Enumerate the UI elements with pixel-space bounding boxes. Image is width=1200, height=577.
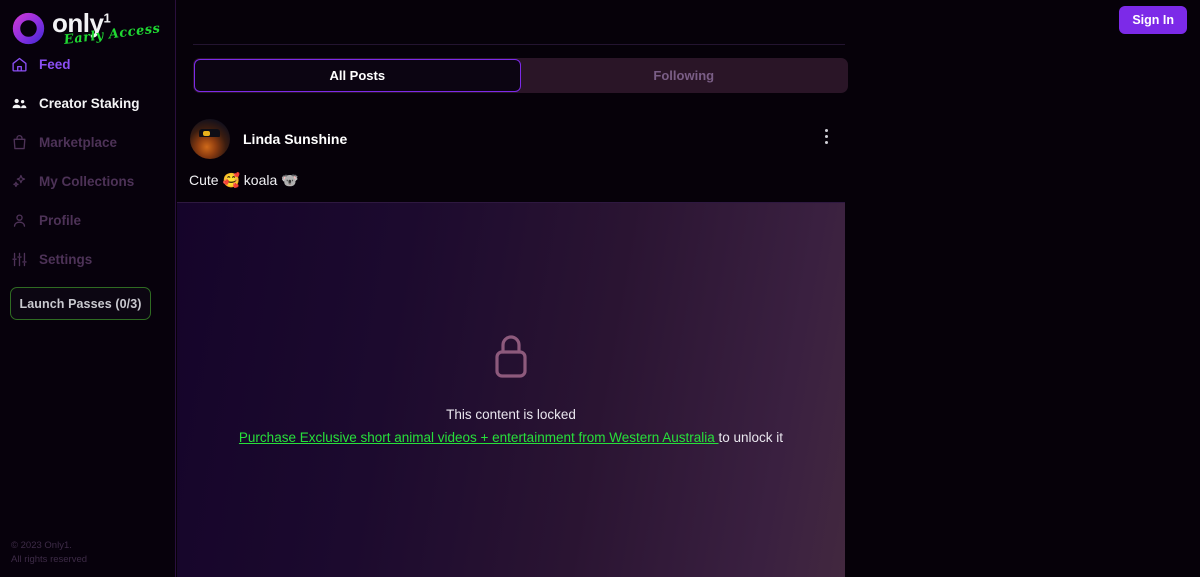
padlock-icon: [495, 335, 527, 378]
sign-in-button[interactable]: Sign In: [1119, 6, 1187, 34]
locked-content-overlay: This content is locked Purchase Exclusiv…: [177, 202, 845, 577]
people-group-icon: [12, 98, 27, 109]
locked-subtitle: Purchase Exclusive short animal videos +…: [239, 430, 783, 445]
ring-logo-icon: [12, 12, 45, 45]
kebab-dot: [824, 134, 828, 138]
sidebar-item-label: Profile: [39, 213, 82, 228]
post-caption: Cute 🥰 koala 🐨: [189, 172, 299, 188]
sidebar-item-settings[interactable]: Settings: [0, 247, 176, 272]
content-divider: [193, 44, 845, 45]
brand-logo[interactable]: only1 Early Access: [12, 7, 162, 49]
sidebar-nav: Feed Creator Staking Marketplace My Coll…: [0, 52, 176, 286]
sparkles-icon: [13, 174, 26, 188]
sidebar-item-my-collections[interactable]: My Collections: [0, 169, 176, 194]
launch-passes-button[interactable]: Launch Passes (0/3): [10, 287, 151, 320]
sidebar-item-feed[interactable]: Feed: [0, 52, 176, 77]
app-root: only1 Early Access Feed Creator Staking: [0, 0, 1200, 577]
user-icon: [13, 214, 26, 227]
kebab-menu-icon[interactable]: [816, 126, 836, 146]
sidebar-item-creator-staking[interactable]: Creator Staking: [0, 91, 176, 116]
sidebar-item-label: My Collections: [39, 174, 135, 189]
avatar-hat-detail: [199, 129, 220, 137]
sidebar: only1 Early Access Feed Creator Staking: [0, 0, 176, 577]
footer-rights: All rights reserved: [11, 554, 88, 565]
brand-superscript: 1: [103, 10, 111, 26]
locked-suffix: to unlock it: [718, 430, 784, 445]
sidebar-item-label: Marketplace: [39, 135, 118, 150]
sliders-icon: [12, 252, 27, 267]
tab-following[interactable]: Following: [521, 59, 848, 92]
avatar[interactable]: [190, 119, 230, 159]
sidebar-item-label: Settings: [39, 252, 93, 267]
shopping-bag-icon: [13, 134, 26, 150]
kebab-dot: [824, 128, 828, 132]
locked-title: This content is locked: [446, 407, 576, 422]
tab-all-posts[interactable]: All Posts: [194, 59, 521, 92]
home-icon: [12, 57, 27, 72]
locked-message-group: This content is locked Purchase Exclusiv…: [177, 331, 845, 445]
feed-tabs: All Posts Following: [193, 58, 848, 93]
kebab-dot: [824, 140, 828, 144]
sidebar-item-marketplace[interactable]: Marketplace: [0, 130, 176, 155]
sidebar-item-profile[interactable]: Profile: [0, 208, 176, 233]
post-header: Linda Sunshine: [190, 119, 347, 159]
main-content: Sign In All Posts Following Linda Sunshi…: [177, 0, 1200, 577]
sidebar-item-label: Creator Staking: [39, 96, 140, 111]
sidebar-item-label: Feed: [39, 57, 71, 72]
post-author-name[interactable]: Linda Sunshine: [243, 131, 347, 147]
purchase-link[interactable]: Purchase Exclusive short animal videos +…: [239, 430, 719, 445]
footer-copyright: © 2023 Only1.: [11, 540, 72, 551]
sidebar-footer: © 2023 Only1. All rights reserved: [11, 539, 87, 567]
